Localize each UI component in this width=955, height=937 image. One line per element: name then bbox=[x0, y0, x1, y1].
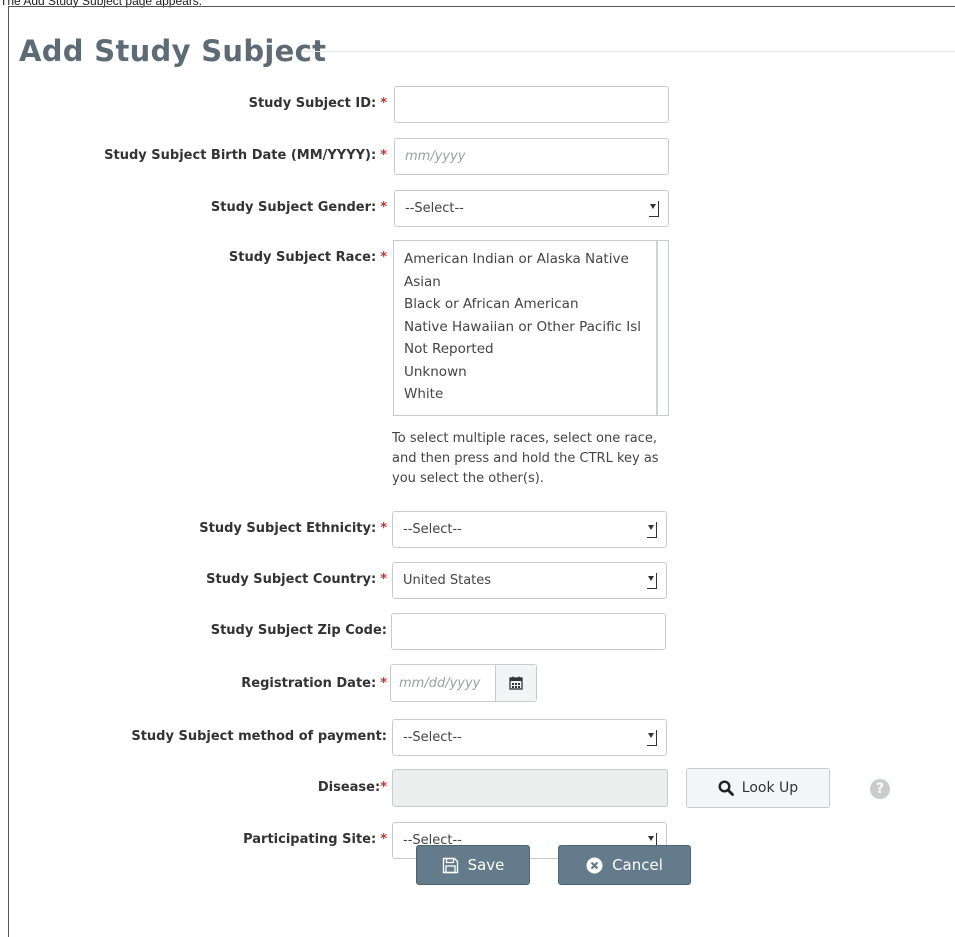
calendar-icon[interactable] bbox=[496, 665, 536, 701]
race-option[interactable]: Asian bbox=[404, 271, 668, 294]
gender-select[interactable]: --Select-- bbox=[394, 190, 669, 227]
payment-select-value: --Select-- bbox=[403, 730, 462, 745]
look-up-label: Look Up bbox=[741, 780, 799, 796]
subject-id-label: Study Subject ID: * bbox=[248, 96, 387, 111]
look-up-button[interactable]: Look Up bbox=[686, 768, 830, 808]
help-icon[interactable]: ? bbox=[870, 779, 890, 799]
gender-label: Study Subject Gender: * bbox=[210, 200, 387, 215]
save-button[interactable]: Save bbox=[416, 845, 530, 885]
race-option[interactable]: Black or African American bbox=[404, 293, 668, 316]
site-label: Participating Site: * bbox=[243, 832, 387, 847]
registration-date-input[interactable]: mm/dd/yyyy bbox=[391, 665, 496, 701]
registration-date-label: Registration Date: * bbox=[241, 676, 387, 691]
cancel-button[interactable]: Cancel bbox=[558, 845, 691, 885]
race-option[interactable]: Not Reported bbox=[404, 338, 668, 361]
race-listbox[interactable]: American Indian or Alaska Native Asian B… bbox=[393, 240, 669, 416]
race-scrollbar[interactable] bbox=[656, 241, 658, 415]
chevron-down-icon bbox=[647, 730, 657, 746]
search-icon bbox=[718, 780, 734, 796]
race-help-text: To select multiple races, select one rac… bbox=[392, 431, 659, 486]
close-icon bbox=[586, 857, 603, 873]
gender-select-value: --Select-- bbox=[405, 201, 464, 216]
race-label: Study Subject Race: * bbox=[228, 250, 387, 265]
ethnicity-select-value: --Select-- bbox=[403, 522, 462, 537]
race-option[interactable]: Native Hawaiian or Other Pacific Isl bbox=[404, 316, 668, 339]
save-label: Save bbox=[467, 856, 505, 874]
payment-select[interactable]: --Select-- bbox=[392, 719, 667, 756]
registration-date-group: mm/dd/yyyy bbox=[390, 664, 537, 702]
country-label: Study Subject Country: * bbox=[206, 572, 387, 587]
birth-date-label: Study Subject Birth Date (MM/YYYY): * bbox=[104, 148, 387, 163]
payment-label: Study Subject method of payment: bbox=[131, 729, 387, 744]
race-option[interactable]: Unknown bbox=[404, 361, 668, 384]
country-select[interactable]: United States bbox=[392, 562, 667, 599]
zip-input[interactable] bbox=[391, 613, 666, 650]
chevron-down-icon bbox=[647, 573, 657, 589]
race-option[interactable]: White bbox=[404, 383, 668, 406]
ethnicity-select[interactable]: --Select-- bbox=[392, 511, 667, 548]
subject-id-input[interactable] bbox=[394, 86, 669, 123]
birth-date-input[interactable]: mm/yyyy bbox=[394, 138, 669, 175]
disease-label: Disease:* bbox=[317, 780, 387, 795]
zip-label: Study Subject Zip Code: bbox=[210, 623, 387, 638]
race-option[interactable]: American Indian or Alaska Native bbox=[404, 248, 668, 271]
disease-input bbox=[392, 769, 668, 807]
title-divider bbox=[303, 51, 955, 52]
page-title: Add Study Subject bbox=[19, 34, 327, 68]
save-icon bbox=[442, 857, 458, 873]
chevron-down-icon bbox=[647, 522, 657, 538]
chevron-down-icon bbox=[649, 201, 659, 217]
country-select-value: United States bbox=[403, 573, 492, 588]
ethnicity-label: Study Subject Ethnicity: * bbox=[199, 521, 387, 536]
cancel-label: Cancel bbox=[612, 856, 663, 874]
